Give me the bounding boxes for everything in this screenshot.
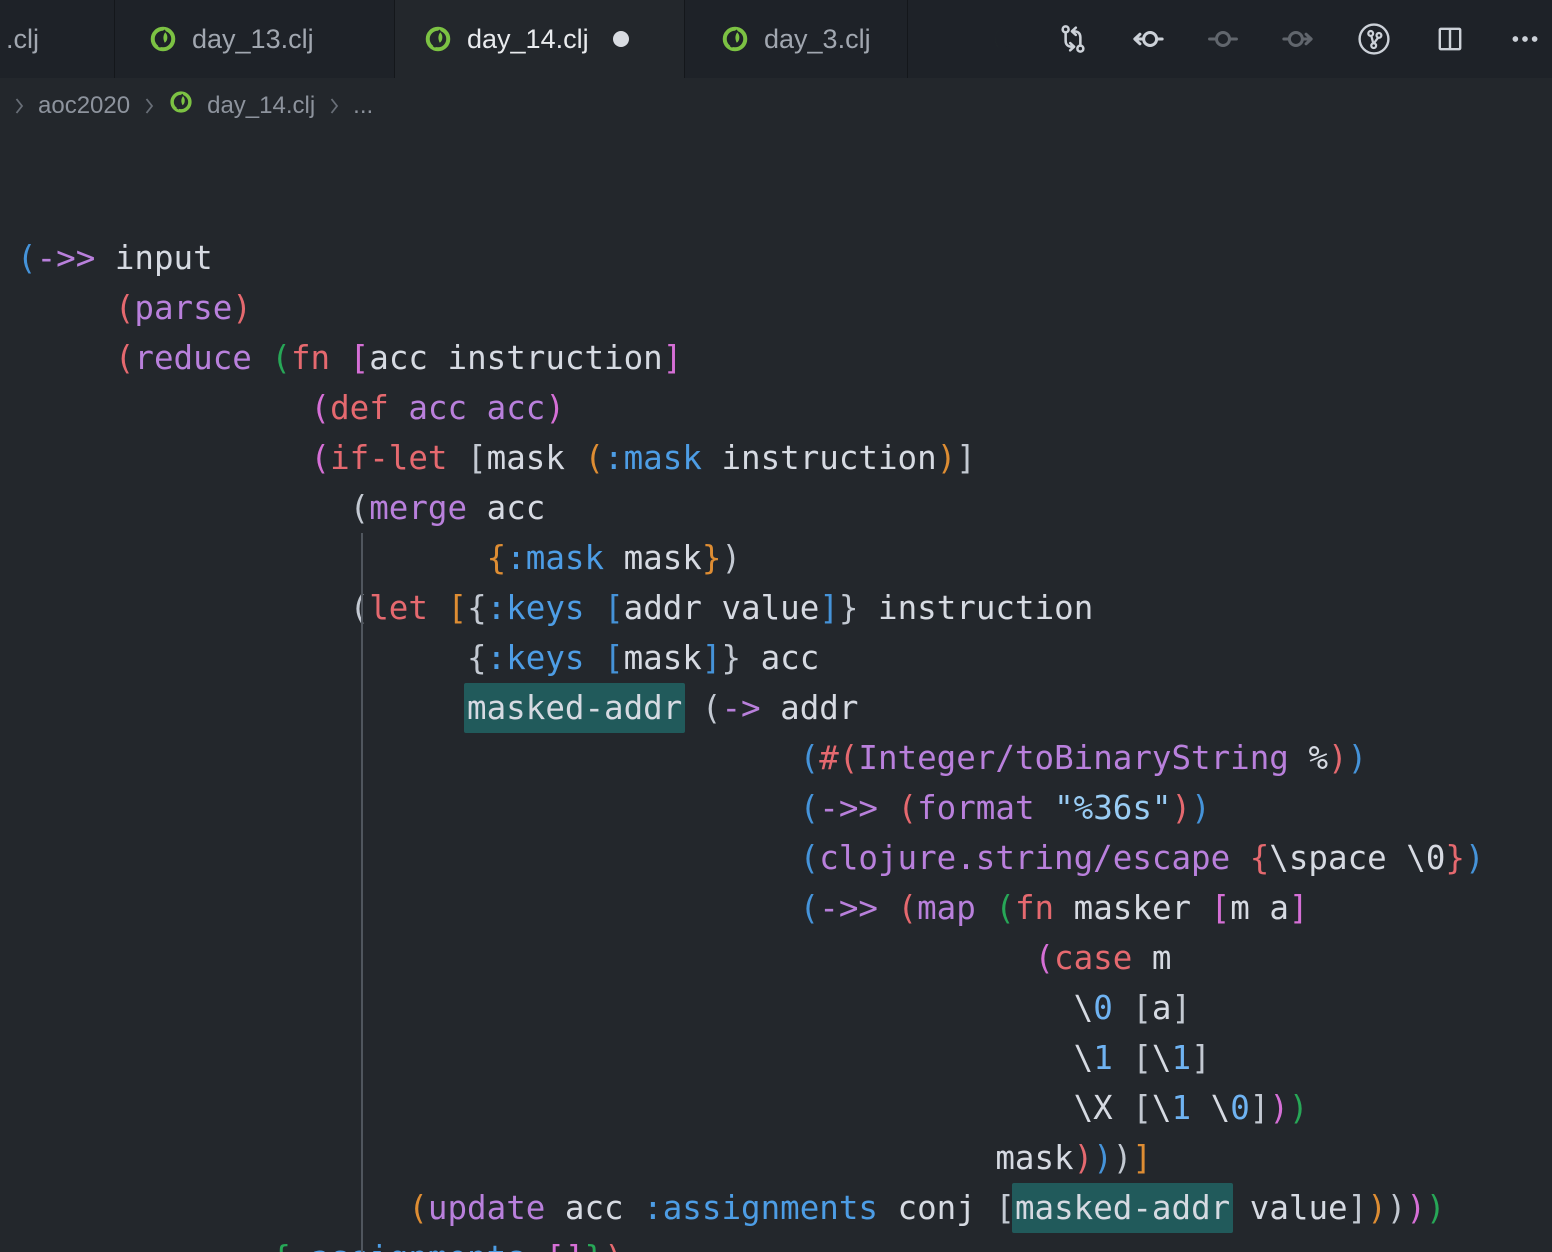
clojure-file-icon — [168, 89, 194, 122]
tab-day-13[interactable]: day_13.clj — [115, 0, 395, 78]
code-line: (let [{:keys [addr value]} instruction — [17, 583, 1552, 633]
compare-changes-icon[interactable] — [1056, 22, 1090, 56]
breadcrumb: aoc2020 day_14.clj ... — [0, 78, 1552, 133]
code-line: (->> input — [17, 233, 1552, 283]
chevron-right-icon — [13, 95, 25, 117]
unsaved-changes-dot[interactable] — [613, 31, 629, 47]
indent-guide — [361, 533, 363, 1252]
code-line: (case m — [17, 933, 1552, 983]
code-line: (parse) — [17, 283, 1552, 333]
tab-label: day_14.clj — [467, 24, 589, 55]
code-line: (#(Integer/toBinaryString %)) — [17, 733, 1552, 783]
breadcrumb-item-file[interactable]: day_14.clj — [207, 92, 315, 120]
code-line: masked-addr (-> addr — [17, 683, 1552, 733]
clojure-partial-icon[interactable] — [993, 23, 1015, 55]
chevron-right-icon — [143, 95, 155, 117]
previous-change-icon[interactable] — [1131, 22, 1165, 56]
code-line: {:mask mask}) — [17, 533, 1552, 583]
tab-day-3[interactable]: day_3.clj — [685, 0, 908, 78]
code-line: (->> (format "%36s")) — [17, 783, 1552, 833]
editor-actions — [993, 0, 1552, 78]
occurrence-highlight: masked-addr — [464, 683, 685, 733]
split-editor-icon[interactable] — [1433, 22, 1467, 56]
occurrence-highlight: masked-addr — [1012, 1183, 1233, 1233]
git-branch-circle-icon[interactable] — [1356, 21, 1392, 57]
change-icon[interactable] — [1206, 22, 1240, 56]
code-line: (->> (map (fn masker [m a] — [17, 883, 1552, 933]
tab-label: day_13.clj — [192, 24, 314, 55]
clojure-file-icon — [148, 24, 178, 54]
chevron-right-icon — [328, 95, 340, 117]
tab-clj-partial[interactable]: .clj — [0, 0, 115, 78]
clojure-file-icon — [720, 24, 750, 54]
tab-label: .clj — [6, 24, 39, 55]
code-line: mask)))] — [17, 1133, 1552, 1183]
code-line: (update acc :assignments conj [masked-ad… — [17, 1183, 1552, 1233]
code-line: \X [\1 \0])) — [17, 1083, 1552, 1133]
code-line: \0 [a] — [17, 983, 1552, 1033]
code-line: (def acc acc) — [17, 383, 1552, 433]
clojure-file-icon — [423, 24, 453, 54]
code-line: {:assignments []}) — [17, 1233, 1552, 1252]
code-line: (merge acc — [17, 483, 1552, 533]
code-line: {:keys [mask]} acc — [17, 633, 1552, 683]
code-line: \1 [\1] — [17, 1033, 1552, 1083]
breadcrumb-item-symbol[interactable]: ... — [353, 92, 373, 120]
tab-label: day_3.clj — [764, 24, 871, 55]
tab-day-14[interactable]: day_14.clj — [395, 0, 685, 78]
next-change-icon[interactable] — [1281, 22, 1315, 56]
code-line: (if-let [mask (:mask instruction)] — [17, 433, 1552, 483]
code-line: (clojure.string/escape {\space \0}) — [17, 833, 1552, 883]
tab-bar: .clj day_13.clj day_14.clj — [0, 0, 1552, 78]
code-editor[interactable]: (->> input (parse) (reduce (fn [acc inst… — [0, 133, 1552, 1252]
breadcrumb-item-folder[interactable]: aoc2020 — [38, 92, 130, 120]
more-actions-icon[interactable] — [1508, 22, 1542, 56]
code-line: (reduce (fn [acc instruction] — [17, 333, 1552, 383]
